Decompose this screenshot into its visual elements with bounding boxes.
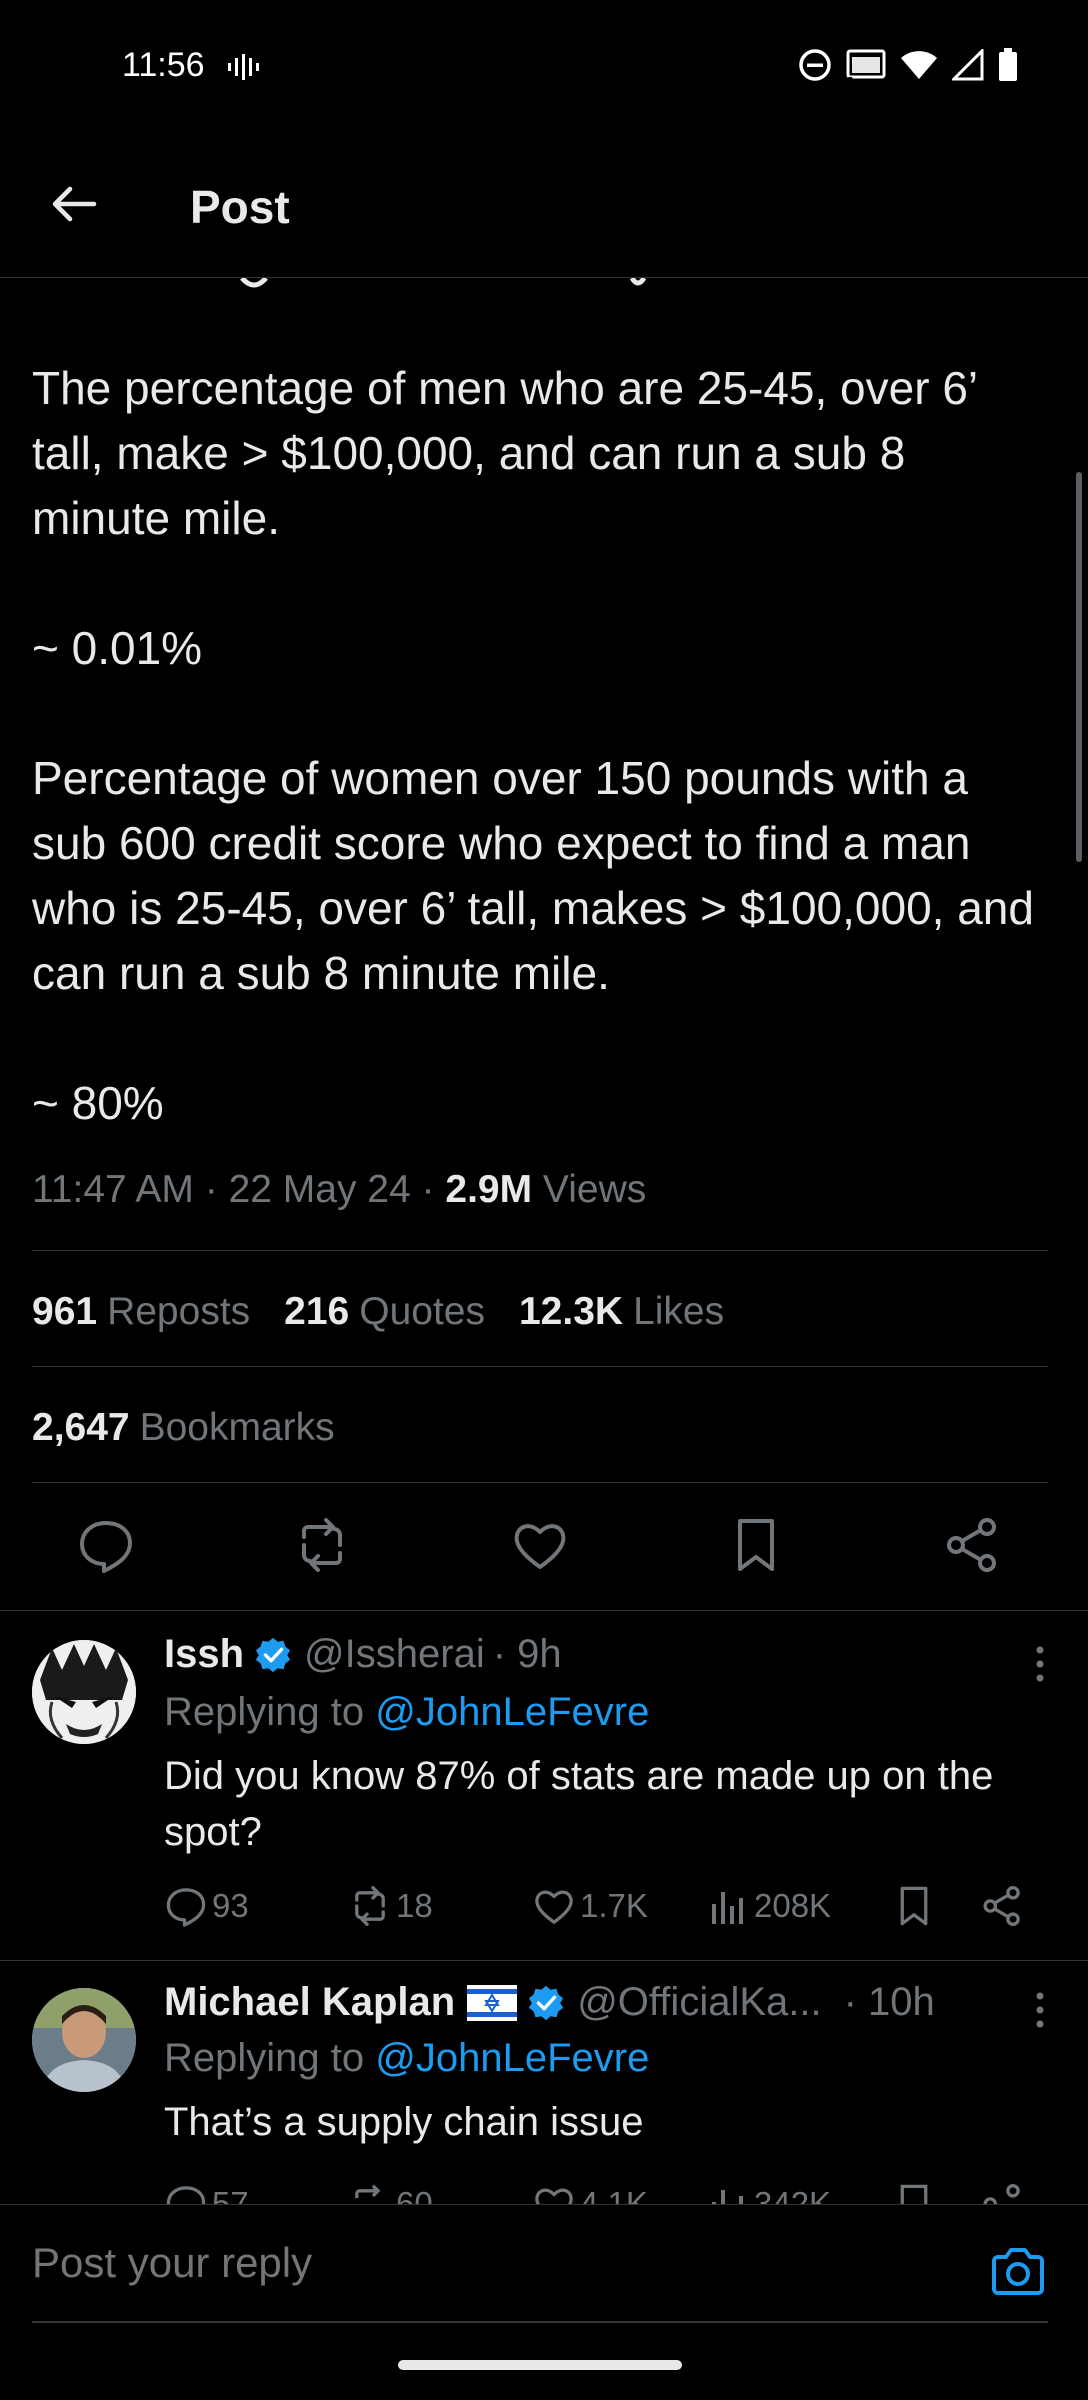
- author-handle[interactable]: @Issherai: [304, 1632, 485, 1677]
- author-handle[interactable]: @OfficialKa...: [577, 1980, 821, 2025]
- replying-to: Replying to @JohnLeFevre: [164, 2036, 650, 2080]
- divider: [32, 1250, 1048, 1251]
- israel-flag-icon: [467, 1984, 518, 2021]
- share-icon[interactable]: [980, 2182, 1024, 2204]
- reposts-stat[interactable]: 961 Reposts: [32, 1290, 250, 1334]
- avatar[interactable]: [32, 1640, 136, 1744]
- repost-icon[interactable]: [292, 1515, 352, 1575]
- bookmark-icon[interactable]: [726, 1515, 786, 1575]
- verified-badge-icon: [255, 1637, 291, 1672]
- replying-to: Replying to @JohnLeFevre: [164, 1690, 650, 1734]
- reply-header: Issh @Issherai · 9h: [164, 1632, 562, 1677]
- views-chart-icon: [712, 2190, 743, 2204]
- bookmarks-stat[interactable]: 2,647 Bookmarks: [32, 1406, 335, 1450]
- like-button[interactable]: 1.7K: [532, 1884, 648, 1928]
- reply-time: · 10h: [843, 1980, 935, 2024]
- like-heart-icon[interactable]: [510, 1515, 570, 1575]
- quotes-stat[interactable]: 216 Quotes: [284, 1290, 485, 1334]
- post-metadata: 11:47 AM · 22 May 24 · 2.9M Views: [32, 1168, 647, 1211]
- reply-action-bar: 93 18 1.7K 208K: [164, 1884, 1044, 1932]
- wifi-icon: [901, 51, 937, 79]
- post-date: 22 May 24: [228, 1168, 411, 1211]
- reply-count: 57: [212, 2185, 249, 2204]
- more-options-icon[interactable]: [1034, 1990, 1046, 2030]
- author-name[interactable]: Issh: [164, 1632, 244, 1677]
- input-underline: [32, 2321, 1048, 2323]
- home-gesture-pill[interactable]: [398, 2360, 682, 2370]
- likes-stat[interactable]: 12.3K Likes: [519, 1290, 724, 1334]
- reply-button[interactable]: 93: [164, 1884, 249, 1928]
- engagement-stats: 961 Reposts 216 Quotes 12.3K Likes: [32, 1290, 724, 1334]
- reply-action-bar: 57 60 4.1K 342K: [164, 2182, 1044, 2204]
- views-button[interactable]: 208K: [710, 1884, 831, 1928]
- like-heart-icon: [535, 1890, 573, 1924]
- post-paragraph: ~ 0.01%: [32, 622, 203, 674]
- camera-icon[interactable]: [990, 2247, 1046, 2297]
- post-text: The percentage of men who are 25-45, ove…: [32, 356, 1052, 1136]
- back-arrow-icon[interactable]: [48, 178, 100, 230]
- replying-to-link[interactable]: @JohnLeFevre: [375, 1690, 649, 1734]
- post-time: 11:47 AM: [32, 1168, 194, 1211]
- do-not-disturb-icon: [799, 49, 831, 81]
- repost-icon: [355, 1886, 385, 1926]
- like-button[interactable]: 4.1K: [532, 2182, 648, 2204]
- divider: [32, 1366, 1048, 1367]
- views-count[interactable]: 2.9M: [445, 1168, 532, 1211]
- post-paragraph: ~ 80%: [32, 1077, 164, 1129]
- reply-input[interactable]: [32, 2239, 932, 2287]
- post-action-bar: [0, 1515, 1088, 1579]
- share-icon[interactable]: [980, 1884, 1024, 1928]
- repost-icon: [355, 2184, 381, 2199]
- views-count: 342K: [754, 2185, 832, 2204]
- reply-icon: [166, 1888, 206, 1927]
- author-name[interactable]: Michael Kaplan: [164, 1980, 455, 2025]
- reply-composer: [0, 2204, 1088, 2328]
- bookmark-icon[interactable]: [892, 2182, 936, 2204]
- avatar-illustration: [32, 1640, 136, 1744]
- views-button[interactable]: 342K: [710, 2182, 831, 2204]
- repost-count: 18: [396, 1887, 433, 1924]
- reply-count: 93: [212, 1887, 249, 1924]
- status-bar: 11:56: [0, 0, 1088, 140]
- like-count: 1.7K: [580, 1887, 648, 1924]
- vibrate-icon: [228, 54, 259, 80]
- more-options-icon[interactable]: [1034, 1644, 1046, 1684]
- reply-item[interactable]: Issh @Issherai · 9h Replying to @JohnLeF…: [0, 1610, 1088, 1960]
- top-app-bar: Post: [0, 140, 1088, 278]
- reply-item[interactable]: Michael Kaplan @OfficialKa... · 10h Repl…: [0, 1960, 1088, 2204]
- repost-button[interactable]: 60: [348, 2182, 433, 2204]
- clipped-text-line: [240, 278, 647, 288]
- like-heart-icon: [535, 2188, 573, 2204]
- reply-header: Michael Kaplan @OfficialKa... · 10h: [164, 1980, 935, 2025]
- cast-icon: [846, 49, 886, 81]
- views-label: Views: [542, 1168, 647, 1211]
- reply-time: · 9h: [492, 1632, 562, 1676]
- reply-text: Did you know 87% of stats are made up on…: [164, 1754, 994, 1854]
- post-paragraph: The percentage of men who are 25-45, ove…: [32, 362, 977, 544]
- avatar[interactable]: [32, 1988, 136, 2092]
- reply-icon[interactable]: [76, 1515, 136, 1575]
- post-paragraph: Percentage of women over 150 pounds with…: [32, 752, 1034, 999]
- like-count: 4.1K: [580, 2185, 648, 2204]
- verified-badge-icon: [529, 1985, 564, 2020]
- reply-icon: [166, 2186, 206, 2204]
- views-chart-icon: [712, 1892, 743, 1924]
- divider: [32, 1482, 1048, 1483]
- cell-signal-icon: [952, 49, 984, 81]
- reply-button[interactable]: 57: [164, 2182, 249, 2204]
- views-count: 208K: [754, 1887, 832, 1924]
- avatar-photo: [32, 1988, 136, 2092]
- reply-text: That’s a supply chain issue: [164, 2100, 644, 2144]
- status-time: 11:56: [122, 46, 205, 84]
- scrollbar[interactable]: [1076, 472, 1082, 862]
- bookmark-icon[interactable]: [892, 1884, 936, 1928]
- replying-to-link[interactable]: @JohnLeFevre: [375, 2036, 649, 2080]
- repost-count: 60: [396, 2185, 433, 2204]
- page-title: Post: [190, 181, 290, 233]
- share-icon[interactable]: [942, 1515, 1002, 1575]
- repost-button[interactable]: 18: [348, 1884, 433, 1928]
- battery-icon: [999, 48, 1017, 81]
